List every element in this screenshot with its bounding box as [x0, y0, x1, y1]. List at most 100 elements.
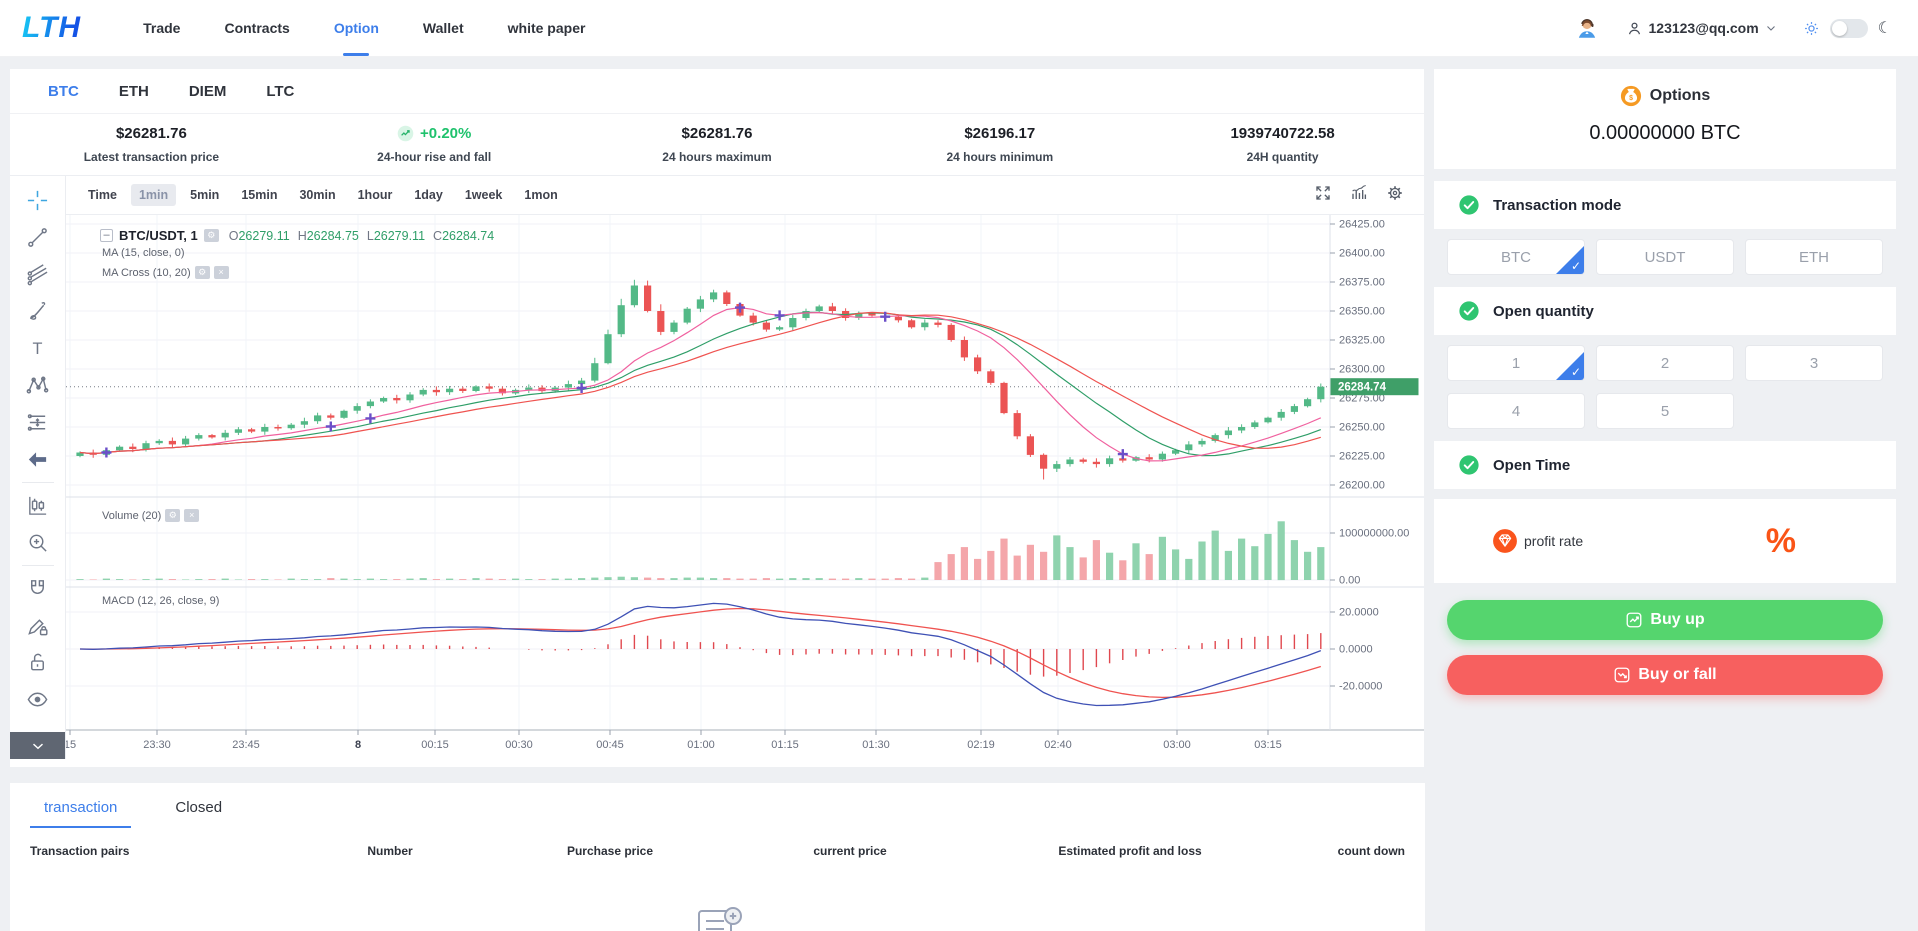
- tool-magnet[interactable]: [10, 570, 65, 607]
- interval-30min[interactable]: 30min: [291, 184, 343, 206]
- nav-item-contracts[interactable]: Contracts: [224, 0, 289, 56]
- tool-long-position[interactable]: [10, 404, 65, 441]
- nav-item-wallet[interactable]: Wallet: [423, 0, 464, 56]
- svg-text:02:40: 02:40: [1044, 739, 1072, 751]
- fullscreen-icon[interactable]: [1314, 184, 1332, 207]
- stat-label: 24 hours minimum: [858, 150, 1141, 164]
- nav-item-option[interactable]: Option: [334, 0, 379, 56]
- svg-text:26284.74: 26284.74: [1338, 382, 1387, 394]
- toolbar-separator: [22, 482, 54, 483]
- interval-time[interactable]: Time: [80, 184, 125, 206]
- section-open-quantity: Open quantity: [1434, 287, 1896, 335]
- interval-5min[interactable]: 5min: [182, 184, 227, 206]
- quantity-option-2[interactable]: 2: [1596, 345, 1734, 381]
- mode-option-eth[interactable]: ETH: [1745, 239, 1883, 275]
- price-chart[interactable]: 26425.0026400.0026375.0026350.0026325.00…: [66, 215, 1424, 759]
- market-tab-btc[interactable]: BTC: [48, 83, 79, 100]
- tool-arrow-back[interactable]: [10, 441, 65, 478]
- tool-candles-style[interactable]: [10, 487, 65, 524]
- tool-text[interactable]: T: [10, 330, 65, 367]
- quantity-option-3[interactable]: 3: [1745, 345, 1883, 381]
- market-tab-diem[interactable]: DIEM: [189, 83, 227, 100]
- indicator-macross-label: MA Cross (10, 20): [102, 267, 191, 279]
- macross-close-icon[interactable]: ×: [214, 266, 229, 279]
- svg-text:23:30: 23:30: [143, 739, 171, 751]
- stat-value: $26281.76: [576, 125, 859, 142]
- logo[interactable]: LTH: [22, 11, 81, 45]
- user-email: 123123@qq.com: [1649, 20, 1759, 36]
- tool-lock[interactable]: [10, 644, 65, 681]
- account-balance: 0.00000000 BTC: [1434, 122, 1896, 145]
- svg-text:0.00: 0.00: [1339, 575, 1360, 587]
- quantity-option-4[interactable]: 4: [1447, 393, 1585, 429]
- orders-col-0: Transaction pairs: [30, 844, 290, 858]
- svg-text:100000000.00: 100000000.00: [1339, 528, 1409, 540]
- sidebar-title: Options: [1650, 87, 1710, 105]
- theme-toggle[interactable]: [1830, 19, 1868, 38]
- mode-option-usdt[interactable]: USDT: [1596, 239, 1734, 275]
- chart-legend: – BTC/USDT, 1 ⚙ O26279.11H26284.75L26279…: [100, 228, 494, 243]
- orders-tab-closed[interactable]: Closed: [161, 795, 236, 828]
- money-bag-icon: $: [1620, 85, 1642, 107]
- section-open-time: Open Time: [1434, 441, 1896, 489]
- buy-up-button[interactable]: Buy up: [1447, 600, 1883, 640]
- chevron-down-icon: [1765, 22, 1777, 34]
- svg-text:01:30: 01:30: [862, 739, 890, 751]
- svg-text:02:19: 02:19: [967, 739, 995, 751]
- legend-collapse-icon[interactable]: –: [100, 229, 113, 242]
- svg-text:26325.00: 26325.00: [1339, 335, 1385, 347]
- svg-text:26200.00: 26200.00: [1339, 480, 1385, 492]
- interval-1week[interactable]: 1week: [457, 184, 511, 206]
- tool-pitchfork[interactable]: [10, 256, 65, 293]
- stat-0: $26281.76Latest transaction price: [10, 125, 293, 164]
- candlestick-chart[interactable]: 26425.0026400.0026375.0026350.0026325.00…: [66, 215, 1424, 759]
- gear-icon[interactable]: [1386, 184, 1404, 207]
- quantity-option-5[interactable]: 5: [1596, 393, 1734, 429]
- ohlc-c: C26284.74: [433, 229, 494, 243]
- macross-settings-icon[interactable]: ⚙: [195, 266, 210, 279]
- indicator-macross-row: MA Cross (10, 20) ⚙ ×: [102, 266, 229, 279]
- tool-drawing-lock[interactable]: [10, 607, 65, 644]
- market-tab-eth[interactable]: ETH: [119, 83, 149, 100]
- buy-fall-button[interactable]: Buy or fall: [1447, 655, 1883, 695]
- tool-zoom-in[interactable]: [10, 524, 65, 561]
- support-avatar-icon[interactable]: [1574, 15, 1600, 41]
- svg-text:26350.00: 26350.00: [1339, 306, 1385, 318]
- interval-1day[interactable]: 1day: [406, 184, 451, 206]
- interval-1min[interactable]: 1min: [131, 184, 176, 206]
- interval-15min[interactable]: 15min: [233, 184, 285, 206]
- volume-close-icon[interactable]: ×: [184, 509, 199, 522]
- drawing-lock-icon: [26, 614, 49, 637]
- interval-1hour[interactable]: 1hour: [350, 184, 401, 206]
- tool-xabcd-pattern[interactable]: [10, 367, 65, 404]
- orders-tab-transaction[interactable]: transaction: [30, 795, 131, 828]
- trend-line-icon: [26, 226, 49, 249]
- interval-1mon[interactable]: 1mon: [516, 184, 565, 206]
- orders-col-4: Estimated profit and loss: [970, 844, 1290, 858]
- trend-up-icon: [397, 125, 414, 142]
- account-menu[interactable]: 123123@qq.com: [1626, 20, 1777, 37]
- nav-item-white-paper[interactable]: white paper: [508, 0, 586, 56]
- legend-settings-icon[interactable]: ⚙: [204, 229, 219, 242]
- mode-option-btc[interactable]: BTC: [1447, 239, 1585, 275]
- tool-eye[interactable]: [10, 681, 65, 718]
- market-tab-ltc[interactable]: LTC: [266, 83, 294, 100]
- tool-crosshair[interactable]: [10, 182, 65, 219]
- svg-text:26425.00: 26425.00: [1339, 219, 1385, 231]
- indicator-macd-label: MACD (12, 26, close, 9): [102, 595, 219, 607]
- tool-trend-line[interactable]: [10, 219, 65, 256]
- order-sidebar: $ Options 0.00000000 BTC Transaction mod…: [1434, 69, 1908, 767]
- orders-col-5: count down: [1290, 844, 1405, 858]
- text-icon: T: [26, 337, 49, 360]
- nav-item-trade[interactable]: Trade: [143, 0, 180, 56]
- ohlc-h: H26284.75: [298, 229, 359, 243]
- svg-text:23:45: 23:45: [232, 739, 260, 751]
- quantity-options-row1: 123: [1434, 345, 1896, 381]
- indicators-icon[interactable]: [1350, 184, 1368, 207]
- svg-text:26300.00: 26300.00: [1339, 364, 1385, 376]
- sun-icon: [1803, 20, 1820, 37]
- tool-brush[interactable]: [10, 293, 65, 330]
- toolbar-collapse-button[interactable]: [10, 732, 65, 759]
- quantity-option-1[interactable]: 1: [1447, 345, 1585, 381]
- volume-settings-icon[interactable]: ⚙: [165, 509, 180, 522]
